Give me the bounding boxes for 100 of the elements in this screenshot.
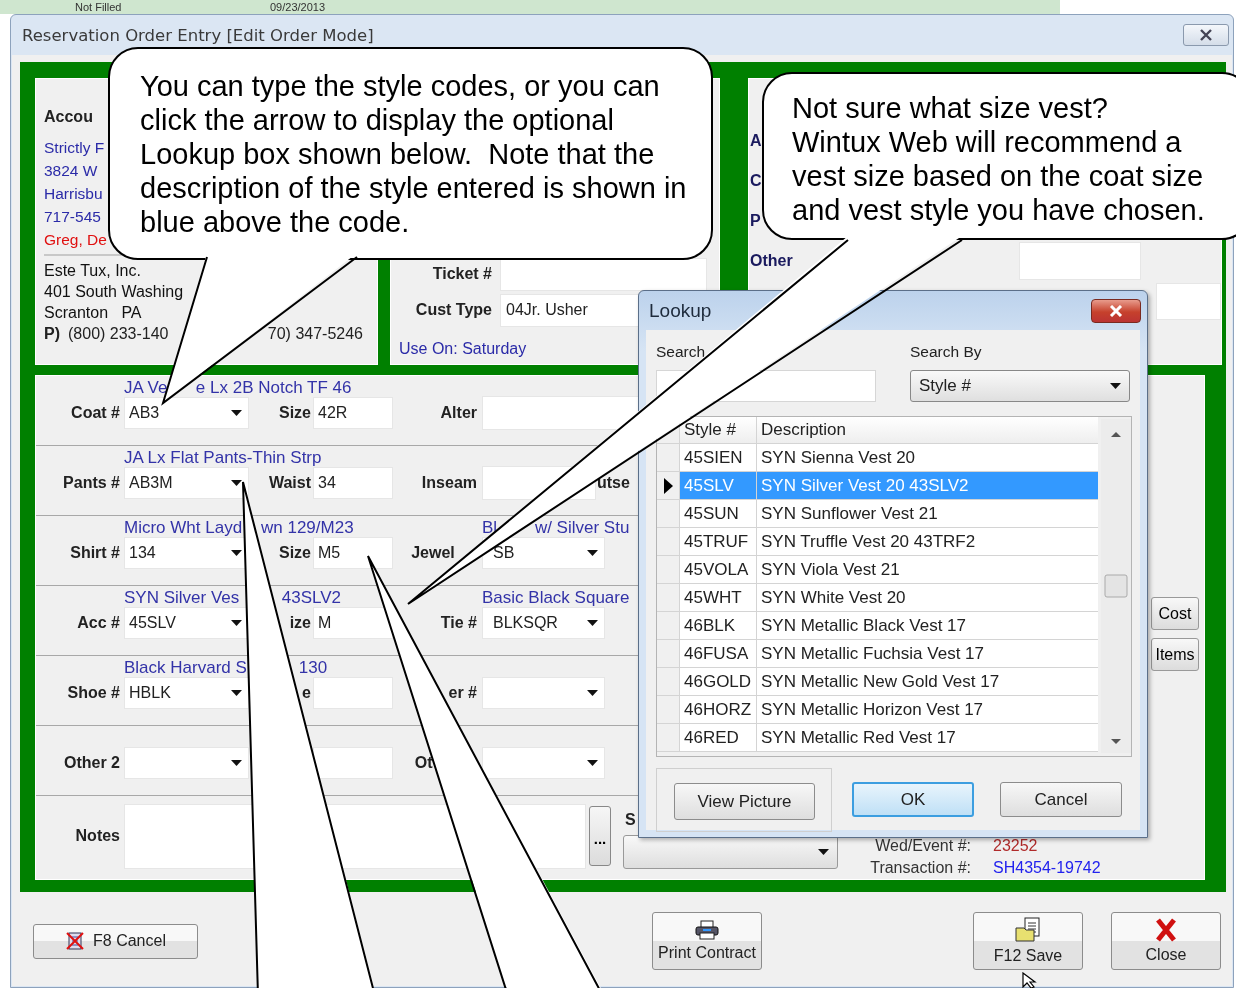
- close-button[interactable]: [1183, 24, 1229, 46]
- table-row[interactable]: 45VOLA SYN Viola Vest 21: [657, 556, 1098, 584]
- window-title: Reservation Order Entry [Edit Order Mode]: [22, 25, 374, 45]
- field-label: e: [302, 684, 312, 702]
- callout-text: You can type the style codes, or you can click the arrow to display the optional Lookup box shown below. Note that the description of the style entered is shown in blue above the code.: [140, 69, 688, 239]
- cancel-button[interactable]: Cancel: [1000, 782, 1122, 817]
- size-field[interactable]: 42R: [313, 397, 393, 429]
- phone-number: (800) 233-140: [68, 324, 169, 344]
- table-row[interactable]: 45WHT SYN White Vest 20: [657, 584, 1098, 612]
- customer-line: 3824 W: [44, 161, 98, 181]
- view-picture-button[interactable]: View Picture: [674, 783, 815, 820]
- table-cell: 46FUSA: [679, 640, 756, 667]
- store-line: Scranton PA: [44, 303, 142, 323]
- input-field[interactable]: [1156, 282, 1221, 320]
- row-pointer-icon: [663, 477, 673, 494]
- save-button[interactable]: F12 Save: [973, 912, 1083, 970]
- field-label: S: [624, 811, 636, 829]
- info-value: SH4354-19742: [993, 858, 1102, 878]
- table-cell: 45VOLA: [679, 556, 756, 583]
- more-button[interactable]: ...: [589, 806, 611, 866]
- close-button[interactable]: [1091, 298, 1141, 323]
- field-label: Notes: [74, 827, 121, 845]
- style-description: JA Lx Flat Pants-Thin Strp: [124, 447, 322, 468]
- combo-box[interactable]: SB: [482, 537, 605, 569]
- ok-button[interactable]: OK: [852, 782, 974, 817]
- field-label: Ticket #: [432, 265, 492, 283]
- caret-icon: [231, 690, 242, 696]
- caret-icon: [231, 410, 242, 416]
- field-label: Size: [279, 544, 312, 562]
- table-row[interactable]: 46FUSA SYN Metallic Fuchsia Vest 17: [657, 640, 1098, 668]
- style-description: Black Harvard S 130: [124, 657, 328, 678]
- table-cell: SYN White Vest 20: [756, 584, 1098, 611]
- table-cell: 45SLV: [679, 472, 756, 499]
- table-row[interactable]: 45SUN SYN Sunflower Vest 21: [657, 500, 1098, 528]
- search-by-dropdown[interactable]: Style #: [910, 369, 1130, 402]
- table-row[interactable]: 46BLK SYN Metallic Black Vest 17: [657, 612, 1098, 640]
- store-line: 401 South Washing: [44, 282, 184, 302]
- column-header[interactable]: Description: [756, 417, 1098, 443]
- customer-line: Harrisbu: [44, 184, 103, 204]
- contact-name: Greg, De: [44, 230, 107, 250]
- field-label: C: [750, 172, 762, 190]
- field-label: P: [750, 212, 761, 230]
- info-value: 23252: [993, 836, 1039, 856]
- field-label: Other: [750, 252, 793, 270]
- table-cell: 45TRUF: [679, 528, 756, 555]
- input-field[interactable]: [1018, 242, 1141, 280]
- combo-box[interactable]: HBLK: [124, 677, 249, 709]
- print-button[interactable]: Print Contract: [652, 912, 762, 970]
- table-cell: 45SIEN: [679, 444, 756, 471]
- table-cell: SYN Sienna Vest 20: [756, 444, 1098, 471]
- combo-box[interactable]: AB3M: [124, 467, 249, 499]
- customer-line: 717-545: [44, 207, 101, 227]
- field-label: Other 2: [64, 754, 121, 772]
- size-field[interactable]: M: [313, 607, 393, 639]
- field-label: er #: [448, 684, 478, 702]
- callout-text: Wintux Web will recommend a vest size based on the coat size and vest style you have chosen.: [792, 125, 1206, 227]
- table-row[interactable]: 45TRUF SYN Truffle Vest 20 43TRF2: [657, 528, 1098, 556]
- table-row[interactable]: 46GOLD SYN Metallic New Gold Vest 17: [657, 668, 1098, 696]
- size-field[interactable]: [313, 677, 393, 709]
- cancel-icon: [65, 931, 86, 951]
- table-cell: SYN Metallic Horizon Vest 17: [756, 696, 1098, 723]
- caret-icon: [587, 760, 598, 766]
- use-on-text: Use On: Saturday: [399, 340, 527, 358]
- fax-number: 70) 347-5246: [267, 324, 363, 344]
- table-cell: SYN Metallic Red Vest 17: [756, 724, 1098, 751]
- table-row[interactable]: 46RED SYN Metallic Red Vest 17: [657, 724, 1098, 752]
- side-button[interactable]: Items: [1151, 638, 1199, 671]
- size-field[interactable]: [313, 747, 393, 779]
- style-description: JA Ve e Lx 2B Notch TF 46: [124, 377, 352, 398]
- field-label: Waist: [268, 474, 312, 492]
- table-cell: 46BLK: [679, 612, 756, 639]
- size-field[interactable]: M5: [313, 537, 393, 569]
- combo-box[interactable]: 45SLV: [124, 607, 249, 639]
- phone-label: P): [44, 324, 60, 344]
- caret-icon: [1110, 382, 1121, 389]
- close-icon: [1199, 29, 1213, 41]
- table-cell: SYN Metallic Black Vest 17: [756, 612, 1098, 639]
- close-button[interactable]: Close: [1111, 912, 1221, 970]
- table-cell: SYN Metallic Fuchsia Vest 17: [756, 640, 1098, 667]
- cancel-button[interactable]: F8 Cancel: [33, 923, 198, 959]
- table-row[interactable]: 45SIEN SYN Sienna Vest 20: [657, 444, 1098, 472]
- field-label: Search By: [910, 343, 982, 361]
- field-label: ize: [289, 614, 312, 632]
- field-label: Pants #: [63, 474, 121, 492]
- size-field[interactable]: 34: [313, 467, 393, 499]
- combo-box[interactable]: AB3: [124, 397, 249, 429]
- save-icon: [1014, 917, 1042, 943]
- table-cell: SYN Viola Vest 21: [756, 556, 1098, 583]
- caret-icon: [231, 480, 242, 486]
- info-label: Wed/Event #:: [875, 836, 971, 856]
- column-header[interactable]: Style #: [679, 417, 756, 443]
- table-row[interactable]: 46HORZ SYN Metallic Horizon Vest 17: [657, 696, 1098, 724]
- caret-icon: [587, 620, 598, 626]
- field-label: Coat #: [71, 404, 121, 422]
- combo-box[interactable]: BLKSQR: [482, 607, 605, 639]
- table-cell: 46RED: [679, 724, 756, 751]
- style-description: SYN Silver Ves 43SLV2: [124, 587, 341, 608]
- close-icon: [1155, 918, 1177, 942]
- table-cell: SYN Metallic New Gold Vest 17: [756, 668, 1098, 695]
- side-button[interactable]: Cost: [1151, 597, 1199, 630]
